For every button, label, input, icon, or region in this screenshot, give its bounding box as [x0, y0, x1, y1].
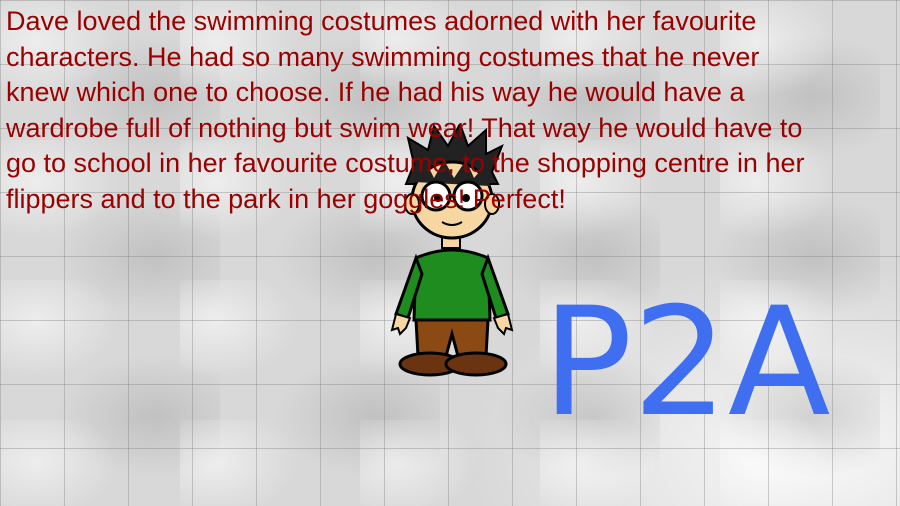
story-paragraph: Dave loved the swimming costumes adorned…	[6, 6, 805, 214]
slide-scene: Dave loved the swimming costumes adorned…	[0, 0, 900, 506]
p2a-label: P2A	[542, 276, 831, 450]
